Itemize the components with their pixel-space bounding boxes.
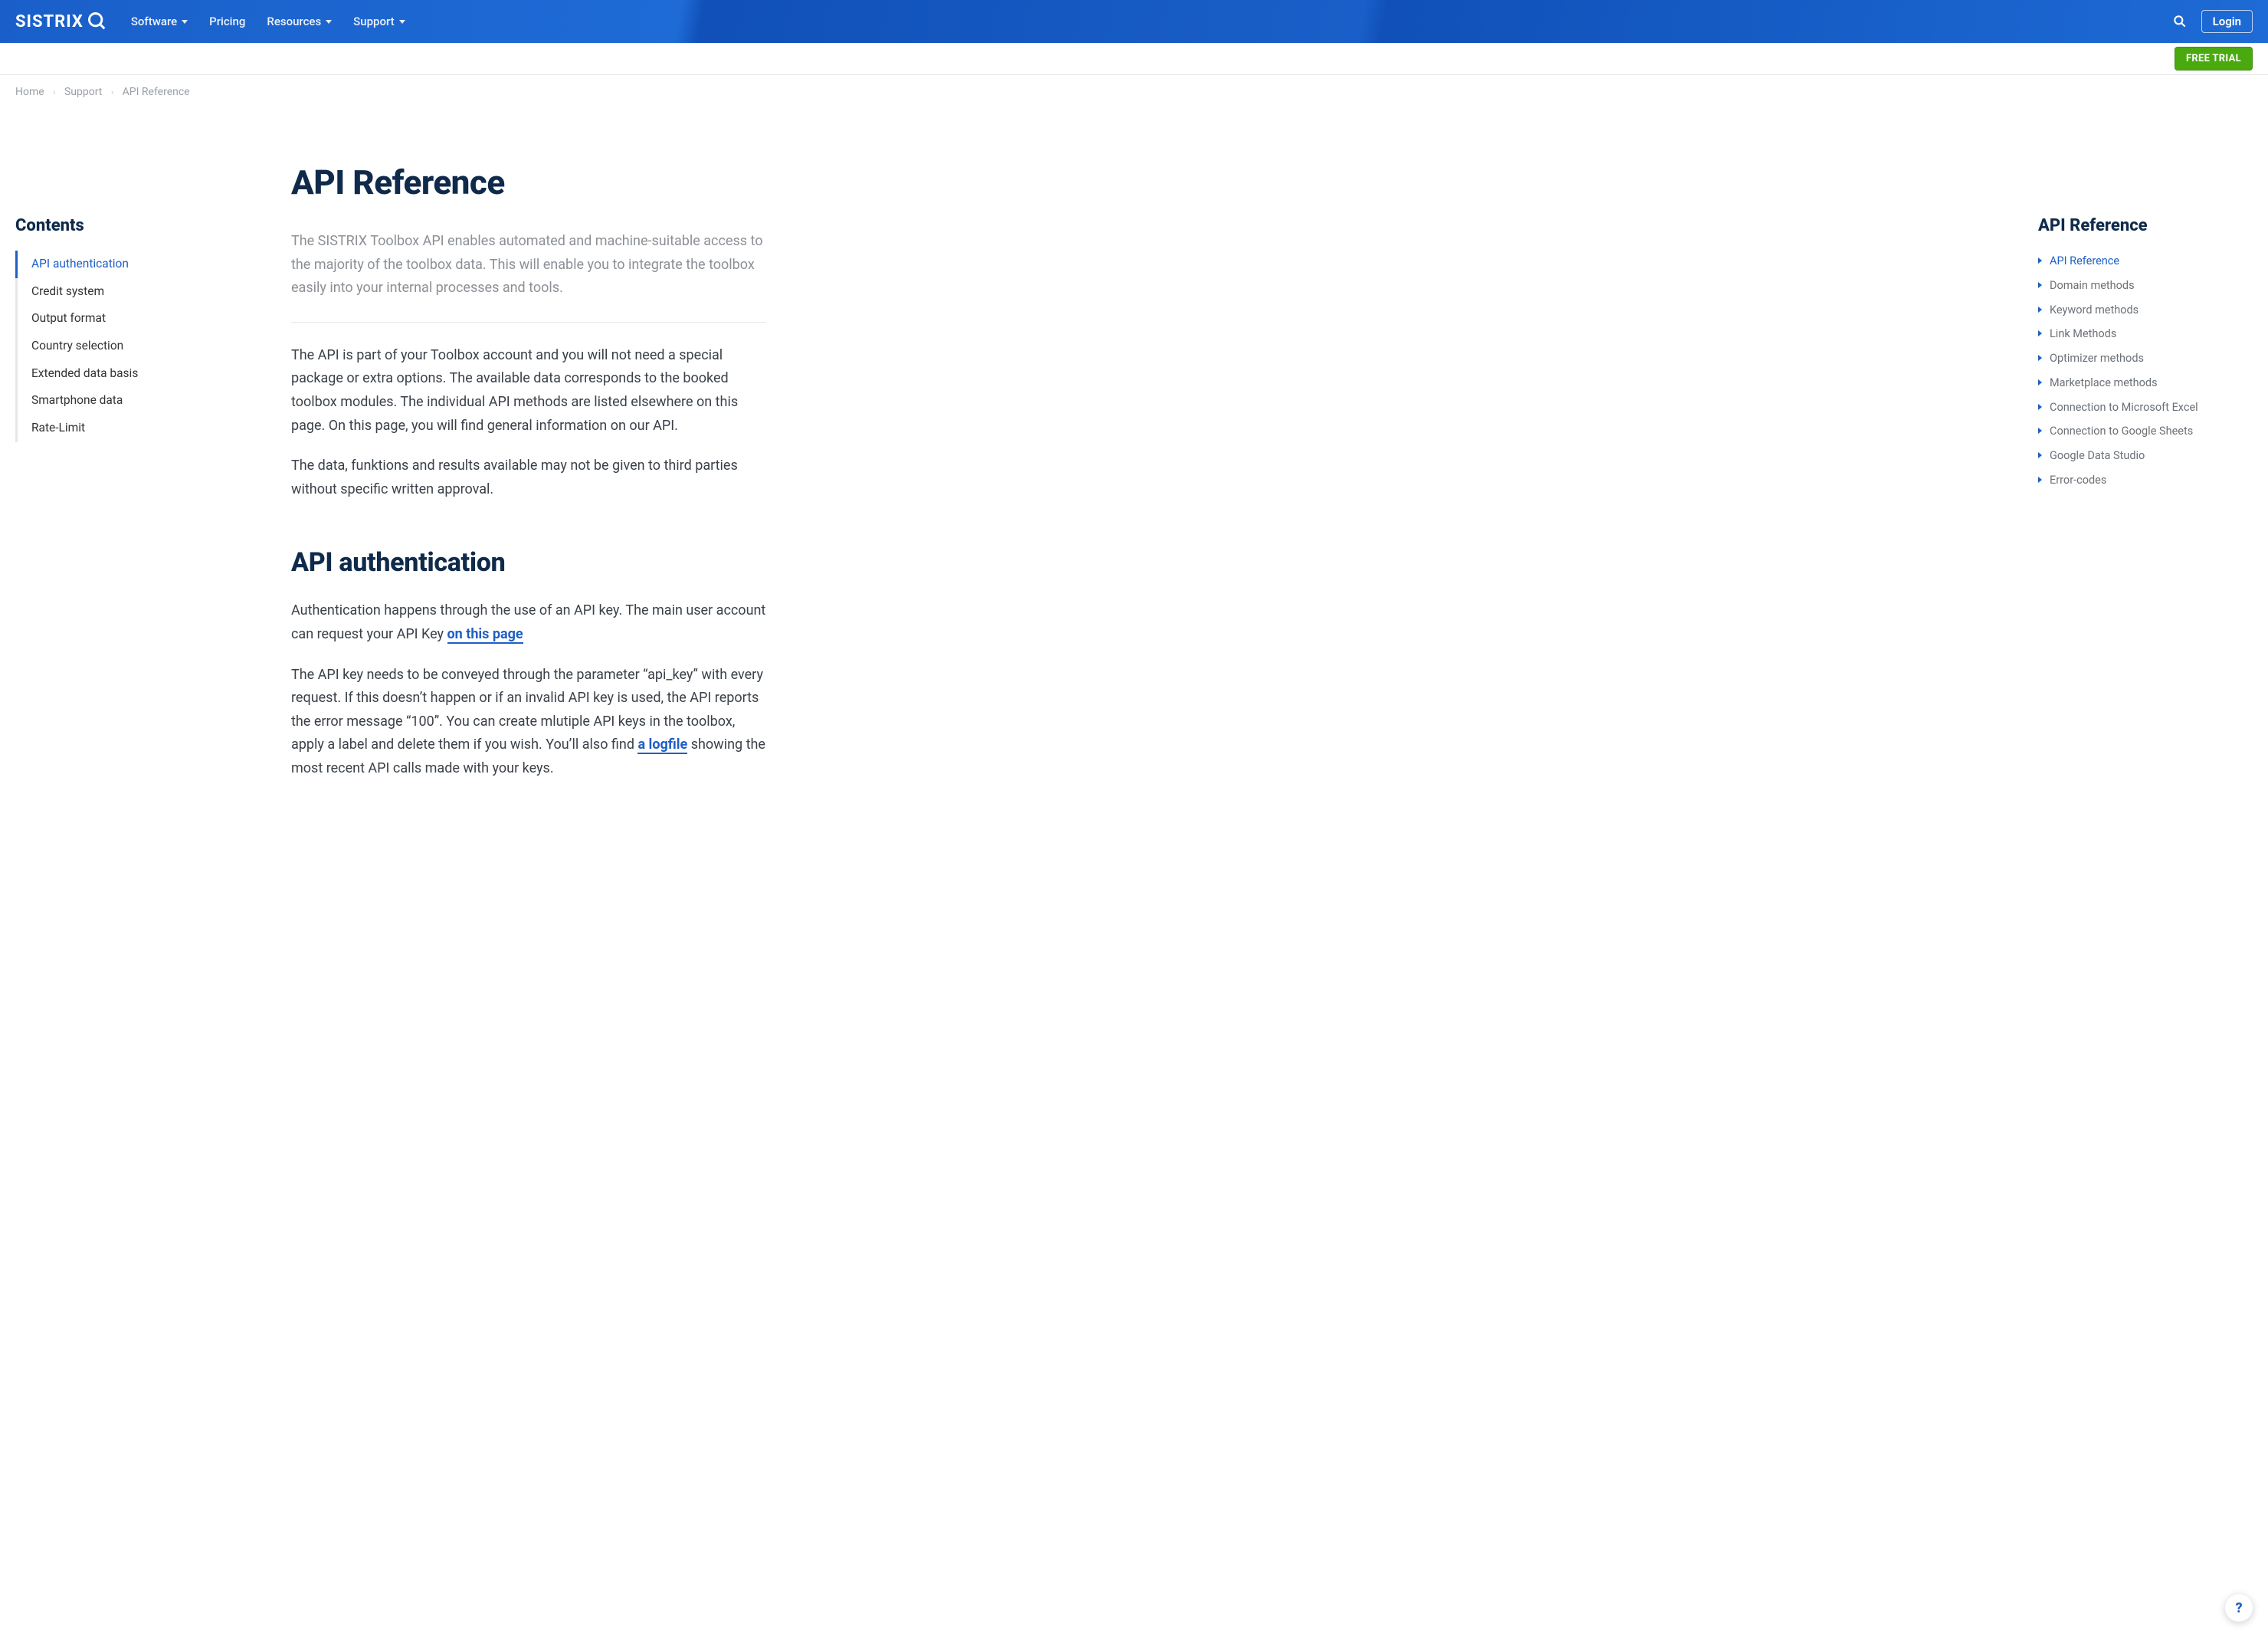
contents-title: Contents xyxy=(15,216,261,235)
right-nav-item[interactable]: Keyword methods xyxy=(2038,298,2253,323)
intro-paragraph: The SISTRIX Toolbox API enables automate… xyxy=(291,230,766,323)
right-sidebar: API Reference API Reference Domain metho… xyxy=(2038,109,2253,798)
magnifier-icon xyxy=(87,11,108,32)
nav-item-pricing[interactable]: Pricing xyxy=(209,15,245,28)
right-nav-label: Google Data Studio xyxy=(2050,448,2145,464)
nav-item-support[interactable]: Support xyxy=(353,15,405,28)
arrow-right-icon xyxy=(2038,452,2042,458)
nav-item-software[interactable]: Software xyxy=(131,15,188,28)
caret-down-icon xyxy=(182,20,188,24)
chevron-right-icon: › xyxy=(53,87,55,97)
arrow-right-icon xyxy=(2038,404,2042,410)
arrow-right-icon xyxy=(2038,258,2042,264)
nav-item-label: Software xyxy=(131,15,177,28)
help-button[interactable]: ? xyxy=(2225,1594,2253,1622)
right-sidebar-title: API Reference xyxy=(2038,216,2253,235)
article: API Reference The SISTRIX Toolbox API en… xyxy=(291,109,766,798)
search-icon[interactable] xyxy=(2172,14,2188,29)
right-nav-label: Domain methods xyxy=(2050,277,2135,294)
nav-links: Software Pricing Resources Support xyxy=(131,15,405,28)
sub-bar: FREE TRIAL xyxy=(0,43,2268,75)
nav-item-resources[interactable]: Resources xyxy=(267,15,332,28)
arrow-right-icon xyxy=(2038,282,2042,288)
contents-item[interactable]: Output format xyxy=(18,305,261,333)
chevron-right-icon: › xyxy=(111,87,113,97)
body-paragraph: Authentication happens through the use o… xyxy=(291,599,766,646)
right-nav-label: Connection to Google Sheets xyxy=(2050,423,2193,440)
right-nav-label: Marketplace methods xyxy=(2050,375,2158,392)
nav-item-label: Support xyxy=(353,15,394,28)
right-nav-item[interactable]: Google Data Studio xyxy=(2038,444,2253,468)
arrow-right-icon xyxy=(2038,330,2042,336)
section-heading: API authentication xyxy=(291,547,766,578)
contents-item[interactable]: API authentication xyxy=(15,251,261,278)
right-nav-item[interactable]: API Reference xyxy=(2038,249,2253,274)
right-nav-item[interactable]: Error-codes xyxy=(2038,468,2253,493)
contents-item[interactable]: Smartphone data xyxy=(18,387,261,415)
arrow-right-icon xyxy=(2038,477,2042,483)
contents-list: API authentication Credit system Output … xyxy=(15,251,261,442)
right-nav-label: API Reference xyxy=(2050,253,2119,270)
contents-item[interactable]: Credit system xyxy=(18,278,261,306)
text-span: Authentication happens through the use o… xyxy=(291,602,765,642)
contents-item[interactable]: Rate-Limit xyxy=(18,415,261,442)
right-nav-label: Optimizer methods xyxy=(2050,350,2144,367)
right-nav-item[interactable]: Marketplace methods xyxy=(2038,371,2253,395)
caret-down-icon xyxy=(399,20,405,24)
top-navbar: SISTRIX Software Pricing Resources Suppo… xyxy=(0,0,2268,43)
question-icon: ? xyxy=(2235,1600,2242,1616)
arrow-right-icon xyxy=(2038,379,2042,385)
body-paragraph: The data, funktions and results availabl… xyxy=(291,454,766,501)
right-nav-item[interactable]: Optimizer methods xyxy=(2038,346,2253,371)
arrow-right-icon xyxy=(2038,355,2042,361)
right-nav-label: Keyword methods xyxy=(2050,302,2139,319)
contents-item[interactable]: Extended data basis xyxy=(18,360,261,388)
logo[interactable]: SISTRIX xyxy=(15,11,108,32)
right-nav-item[interactable]: Connection to Microsoft Excel xyxy=(2038,395,2253,420)
nav-right: Login xyxy=(2172,10,2253,33)
right-nav-item[interactable]: Domain methods xyxy=(2038,274,2253,298)
right-nav-item[interactable]: Link Methods xyxy=(2038,322,2253,346)
right-nav-label: Link Methods xyxy=(2050,326,2116,343)
breadcrumb-support[interactable]: Support xyxy=(64,86,102,98)
arrow-right-icon xyxy=(2038,428,2042,434)
right-nav-label: Connection to Microsoft Excel xyxy=(2050,399,2198,416)
logo-text: SISTRIX xyxy=(15,12,84,31)
arrow-right-icon xyxy=(2038,307,2042,313)
breadcrumb: Home › Support › API Reference xyxy=(0,75,2268,109)
page-title: API Reference xyxy=(291,162,766,202)
logfile-link[interactable]: a logfile xyxy=(637,736,687,754)
breadcrumb-current: API Reference xyxy=(123,86,190,98)
api-key-page-link[interactable]: on this page xyxy=(447,626,523,644)
body-paragraph: The API is part of your Toolbox account … xyxy=(291,344,766,438)
body-paragraph: The API key needs to be conveyed through… xyxy=(291,664,766,781)
nav-item-label: Resources xyxy=(267,15,321,28)
right-nav-list: API Reference Domain methods Keyword met… xyxy=(2038,249,2253,493)
contents-item[interactable]: Country selection xyxy=(18,333,261,360)
right-nav-item[interactable]: Connection to Google Sheets xyxy=(2038,419,2253,444)
breadcrumb-home[interactable]: Home xyxy=(15,86,44,98)
login-button[interactable]: Login xyxy=(2201,10,2253,33)
contents-sidebar: Contents API authentication Credit syste… xyxy=(15,109,261,798)
nav-item-label: Pricing xyxy=(209,15,245,28)
free-trial-button[interactable]: FREE TRIAL xyxy=(2175,47,2253,71)
caret-down-icon xyxy=(326,20,332,24)
right-nav-label: Error-codes xyxy=(2050,472,2106,489)
